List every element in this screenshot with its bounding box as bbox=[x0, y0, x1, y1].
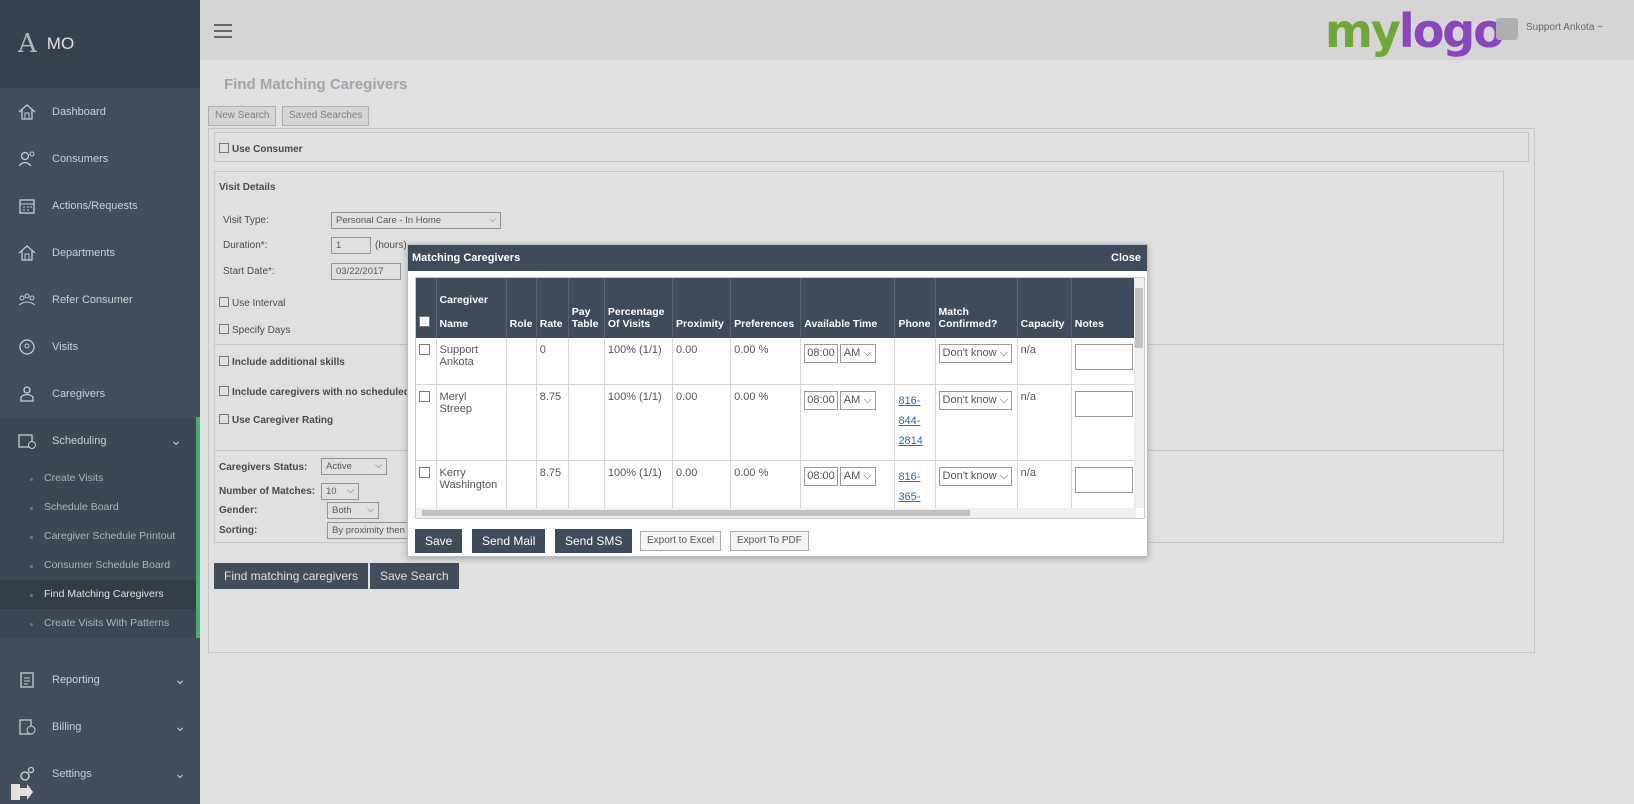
col-proximity[interactable]: Proximity bbox=[672, 278, 732, 338]
send-sms-button[interactable]: Send SMS bbox=[555, 529, 633, 553]
col-capacity[interactable]: Capacity bbox=[1017, 278, 1072, 338]
phone-cell bbox=[894, 338, 936, 385]
table-row: Support Ankota 0 100% (1/1) 0.00 0.00 % 0… bbox=[416, 338, 1136, 385]
col-phone[interactable]: Phone bbox=[894, 278, 936, 338]
row-checkbox[interactable] bbox=[419, 466, 430, 478]
phone-link[interactable]: 816- 365- bbox=[898, 471, 920, 503]
match-confirmed-select[interactable]: Don't know ⌵ bbox=[938, 390, 1012, 410]
notes-input[interactable] bbox=[1074, 344, 1133, 370]
role-cell bbox=[506, 384, 537, 461]
caregiver-name: Meryl Streep bbox=[436, 384, 507, 461]
ampm-select[interactable]: AM ⌵ bbox=[839, 390, 876, 410]
match-confirmed-select[interactable]: Don't know ⌵ bbox=[938, 344, 1012, 363]
close-button[interactable]: Close bbox=[1111, 245, 1141, 271]
preferences-cell: 0.00 % bbox=[730, 338, 802, 385]
matching-caregivers-modal: Matching Caregivers Close Caregiver Name … bbox=[407, 244, 1148, 557]
col-available-time[interactable]: Available Time bbox=[800, 278, 896, 338]
export-pdf-button[interactable]: Export To PDF bbox=[730, 531, 809, 551]
row-checkbox[interactable] bbox=[419, 390, 430, 402]
col-caregiver-name[interactable]: Caregiver Name bbox=[436, 278, 507, 338]
phone-link[interactable]: 816- 844- 2814 bbox=[898, 395, 922, 447]
caregivers-grid: Caregiver Name Role Rate Pay Table Percent… bbox=[415, 277, 1145, 519]
col-rate[interactable]: Rate bbox=[536, 278, 569, 338]
export-excel-button[interactable]: Export to Excel bbox=[640, 531, 722, 551]
select-all-checkbox[interactable] bbox=[416, 278, 437, 338]
pay-table-cell bbox=[568, 338, 605, 385]
col-match-confirmed[interactable]: Match Confirmed? bbox=[935, 278, 1018, 338]
horizontal-scrollbar[interactable] bbox=[416, 508, 1136, 518]
col-role[interactable]: Role bbox=[506, 278, 537, 338]
phone-cell: 816- 844- 2814 bbox=[894, 384, 936, 461]
notes-input[interactable] bbox=[1074, 466, 1133, 493]
pay-table-cell bbox=[568, 384, 605, 461]
col-notes[interactable]: Notes bbox=[1071, 278, 1136, 338]
rate-cell: 8.75 bbox=[536, 384, 569, 461]
send-mail-button[interactable]: Send Mail bbox=[472, 529, 546, 553]
preferences-cell: 0.00 % bbox=[730, 384, 802, 461]
vertical-scrollbar[interactable] bbox=[1134, 278, 1144, 508]
caregivers-table: Caregiver Name Role Rate Pay Table Percent… bbox=[416, 278, 1136, 518]
ampm-select[interactable]: AM ⌵ bbox=[839, 344, 876, 363]
col-pay-table[interactable]: Pay Table bbox=[568, 278, 605, 338]
match-confirmed-select[interactable]: Don't know ⌵ bbox=[938, 466, 1012, 486]
percentage-cell: 100% (1/1) bbox=[604, 338, 674, 385]
capacity-cell: n/a bbox=[1017, 384, 1072, 461]
notes-input[interactable] bbox=[1074, 390, 1133, 417]
proximity-cell: 0.00 bbox=[672, 338, 732, 385]
time-input[interactable]: 08:00 bbox=[804, 466, 838, 486]
table-row: Meryl Streep 8.75 100% (1/1) 0.00 0.00 % … bbox=[416, 384, 1136, 461]
caregiver-name: Support Ankota bbox=[436, 338, 507, 385]
col-percentage-of-visits[interactable]: Percentage Of Visits bbox=[604, 278, 674, 338]
col-preferences[interactable]: Preferences bbox=[730, 278, 802, 338]
modal-title: Matching Caregivers bbox=[412, 252, 521, 264]
time-input[interactable]: 08:00 bbox=[804, 390, 838, 410]
proximity-cell: 0.00 bbox=[672, 384, 732, 461]
time-input[interactable]: 08:00 bbox=[804, 344, 838, 363]
capacity-cell: n/a bbox=[1017, 338, 1072, 385]
rate-cell: 0 bbox=[536, 338, 569, 385]
ampm-select[interactable]: AM ⌵ bbox=[839, 466, 876, 486]
percentage-cell: 100% (1/1) bbox=[604, 384, 674, 461]
modal-header: Matching Caregivers Close bbox=[408, 245, 1147, 271]
row-checkbox[interactable] bbox=[419, 344, 430, 355]
role-cell bbox=[506, 338, 537, 385]
save-button[interactable]: Save bbox=[415, 529, 463, 553]
table-header-row: Caregiver Name Role Rate Pay Table Percent… bbox=[416, 278, 1136, 338]
